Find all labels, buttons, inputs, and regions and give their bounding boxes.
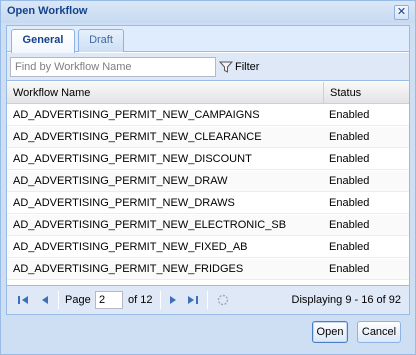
refresh-icon[interactable] [215, 293, 231, 307]
status-cell: Enabled [329, 197, 370, 209]
status-cell: Enabled [329, 153, 370, 165]
filter-label: Filter [235, 61, 260, 73]
table-row[interactable]: AD_ADVERTISING_PERMIT_NEW_FRIDGES Enable… [7, 259, 409, 280]
table-row[interactable]: AD_ADVERTISING_PERMIT_NEW_ELECTRONIC_SB … [7, 215, 409, 236]
tab-strip: General Draft [7, 26, 409, 53]
filter-icon [219, 61, 233, 73]
search-input[interactable] [10, 57, 216, 77]
status-cell: Enabled [329, 175, 370, 187]
column-header-status[interactable]: Status [323, 82, 409, 104]
pager-separator [58, 291, 59, 309]
workflow-name-cell: AD_ADVERTISING_PERMIT_NEW_FRIDGES [13, 263, 244, 275]
search-toolbar: Filter [7, 53, 409, 81]
tab-panel: General Draft Filter Workflow Name Statu… [6, 25, 410, 315]
pager-separator [160, 291, 161, 309]
page-label: Page [65, 294, 91, 306]
open-button[interactable]: Open [312, 321, 348, 343]
status-cell: Enabled [329, 131, 370, 143]
tab-general[interactable]: General [11, 29, 75, 53]
dialog-title: Open Workflow [7, 5, 88, 17]
table-row[interactable]: AD_ADVERTISING_PERMIT_NEW_CAMPAIGNS Enab… [7, 105, 409, 126]
filter-button[interactable]: Filter [219, 58, 259, 76]
open-workflow-dialog: Open Workflow ✕ General Draft Filter Wor… [0, 0, 416, 355]
status-cell: Enabled [329, 241, 370, 253]
table-row[interactable]: AD_ADVERTISING_PERMIT_NEW_DISCOUNT Enabl… [7, 149, 409, 170]
grid-header: Workflow Name Status [7, 82, 409, 104]
table-row[interactable]: AD_ADVERTISING_PERMIT_NEW_DRAWS Enabled [7, 193, 409, 214]
workflow-name-cell: AD_ADVERTISING_PERMIT_NEW_DRAWS [13, 197, 235, 209]
status-cell: Enabled [329, 263, 370, 275]
workflow-name-cell: AD_ADVERTISING_PERMIT_NEW_DISCOUNT [13, 153, 252, 165]
last-page-icon[interactable] [185, 293, 201, 307]
status-cell: Enabled [329, 219, 370, 231]
paging-toolbar: Page of 12 Displaying 9 - 16 of 92 [7, 285, 409, 314]
close-icon[interactable]: ✕ [394, 5, 409, 20]
table-row[interactable]: AD_ADVERTISING_PERMIT_NEW_FIXED_AB Enabl… [7, 237, 409, 258]
previous-page-icon[interactable] [37, 293, 53, 307]
page-number-input[interactable] [95, 291, 123, 309]
workflow-name-cell: AD_ADVERTISING_PERMIT_NEW_ELECTRONIC_SB [13, 219, 287, 231]
pager-separator [207, 291, 208, 309]
dialog-titlebar[interactable]: Open Workflow ✕ [1, 1, 415, 23]
workflow-name-cell: AD_ADVERTISING_PERMIT_NEW_CLEARANCE [13, 131, 262, 143]
next-page-icon[interactable] [165, 293, 181, 307]
status-cell: Enabled [329, 109, 370, 121]
tab-draft[interactable]: Draft [78, 29, 124, 52]
workflow-name-cell: AD_ADVERTISING_PERMIT_NEW_CAMPAIGNS [13, 109, 260, 121]
paging-display-text: Displaying 9 - 16 of 92 [291, 294, 401, 306]
table-row[interactable]: AD_ADVERTISING_PERMIT_NEW_CLEARANCE Enab… [7, 127, 409, 148]
workflow-name-cell: AD_ADVERTISING_PERMIT_NEW_FIXED_AB [13, 241, 248, 253]
cancel-button[interactable]: Cancel [357, 321, 401, 343]
grid-body: AD_ADVERTISING_PERMIT_NEW_CAMPAIGNS Enab… [7, 105, 409, 283]
column-header-workflow-name[interactable]: Workflow Name [7, 82, 323, 104]
table-row[interactable]: AD_ADVERTISING_PERMIT_NEW_DRAW Enabled [7, 171, 409, 192]
workflow-name-cell: AD_ADVERTISING_PERMIT_NEW_DRAW [13, 175, 228, 187]
first-page-icon[interactable] [15, 293, 31, 307]
page-count-label: of 12 [128, 294, 153, 306]
